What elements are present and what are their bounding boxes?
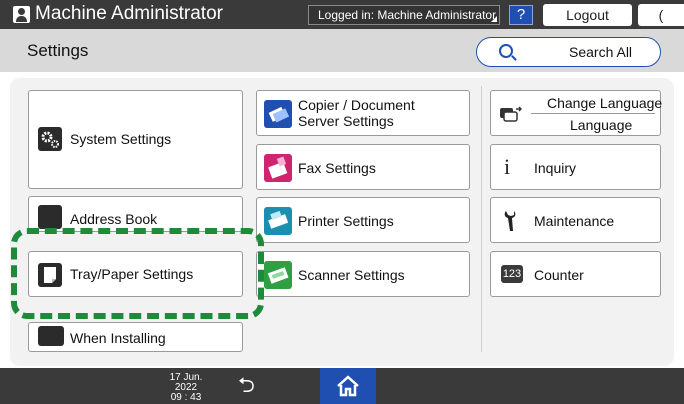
fax-icon bbox=[264, 154, 292, 182]
logout-button[interactable]: Logout bbox=[543, 4, 632, 26]
app-title: Machine Administrator bbox=[35, 3, 223, 24]
inquiry-label: Inquiry bbox=[534, 160, 577, 176]
copier-icon bbox=[264, 100, 292, 128]
page-title: Settings bbox=[27, 41, 89, 60]
gears-icon bbox=[38, 127, 62, 151]
printer-icon bbox=[264, 207, 292, 235]
address-book-tile[interactable]: Address Book bbox=[28, 196, 243, 232]
printer-settings-tile[interactable]: Printer Settings bbox=[256, 197, 470, 243]
wrench-icon bbox=[502, 209, 520, 233]
address-book-label: Address Book bbox=[70, 211, 158, 227]
home-icon bbox=[337, 375, 359, 397]
system-settings-label: System Settings bbox=[70, 131, 172, 147]
counter-tile[interactable]: 123 Counter bbox=[490, 251, 661, 297]
highlight-dashed-frame bbox=[11, 228, 264, 319]
inquiry-tile[interactable]: i Inquiry bbox=[490, 144, 661, 190]
back-arrow-icon[interactable]: ⮌ bbox=[238, 373, 255, 399]
dark-mode-button[interactable]: ( bbox=[638, 4, 684, 26]
counter-label: Counter bbox=[534, 267, 584, 283]
address-book-icon bbox=[38, 205, 62, 229]
column-divider bbox=[481, 86, 482, 352]
search-icon bbox=[499, 44, 513, 58]
login-status-text: Logged in: Machine Administrator bbox=[318, 8, 497, 22]
printer-settings-label: Printer Settings bbox=[298, 213, 394, 229]
counter-icon: 123 bbox=[501, 265, 523, 283]
date-text: 17 Jun. 2022 bbox=[169, 372, 203, 393]
login-status[interactable]: Logged in: Machine Administrator bbox=[308, 5, 500, 25]
scanner-icon bbox=[264, 261, 292, 289]
info-icon: i bbox=[504, 154, 511, 179]
system-settings-tile[interactable]: System Settings bbox=[28, 90, 243, 189]
fax-settings-tile[interactable]: Fax Settings bbox=[256, 144, 470, 190]
change-language-tile[interactable]: Change Language Language bbox=[490, 90, 663, 136]
language-label: Language bbox=[570, 117, 633, 133]
copier-label-line1: Copier / Document bbox=[298, 97, 415, 113]
scanner-settings-label: Scanner Settings bbox=[298, 267, 405, 283]
help-button[interactable]: ? bbox=[509, 5, 533, 25]
maintenance-tile[interactable]: Maintenance bbox=[490, 197, 661, 243]
when-installing-label: When Installing bbox=[70, 330, 166, 346]
installing-gears-icon bbox=[38, 326, 64, 346]
clock: 17 Jun. 2022 09 : 43 bbox=[163, 373, 209, 403]
search-all-label: Search All bbox=[569, 44, 633, 60]
home-button[interactable] bbox=[320, 368, 376, 404]
copier-label-line2: Server Settings bbox=[298, 113, 394, 129]
language-switch-icon bbox=[498, 105, 523, 123]
copier-document-server-settings-tile[interactable]: Copier / Document Server Settings bbox=[256, 90, 470, 136]
language-divider bbox=[531, 113, 655, 114]
user-icon bbox=[13, 6, 30, 23]
change-language-label: Change Language bbox=[547, 95, 663, 111]
scanner-settings-tile[interactable]: Scanner Settings bbox=[256, 251, 470, 297]
fax-settings-label: Fax Settings bbox=[298, 160, 376, 176]
time-text: 09 : 43 bbox=[170, 392, 202, 403]
when-installing-tile[interactable]: When Installing bbox=[28, 322, 243, 352]
search-all-button[interactable]: Search All bbox=[476, 37, 661, 67]
expand-corner-icon bbox=[491, 16, 497, 22]
maintenance-label: Maintenance bbox=[534, 213, 615, 229]
